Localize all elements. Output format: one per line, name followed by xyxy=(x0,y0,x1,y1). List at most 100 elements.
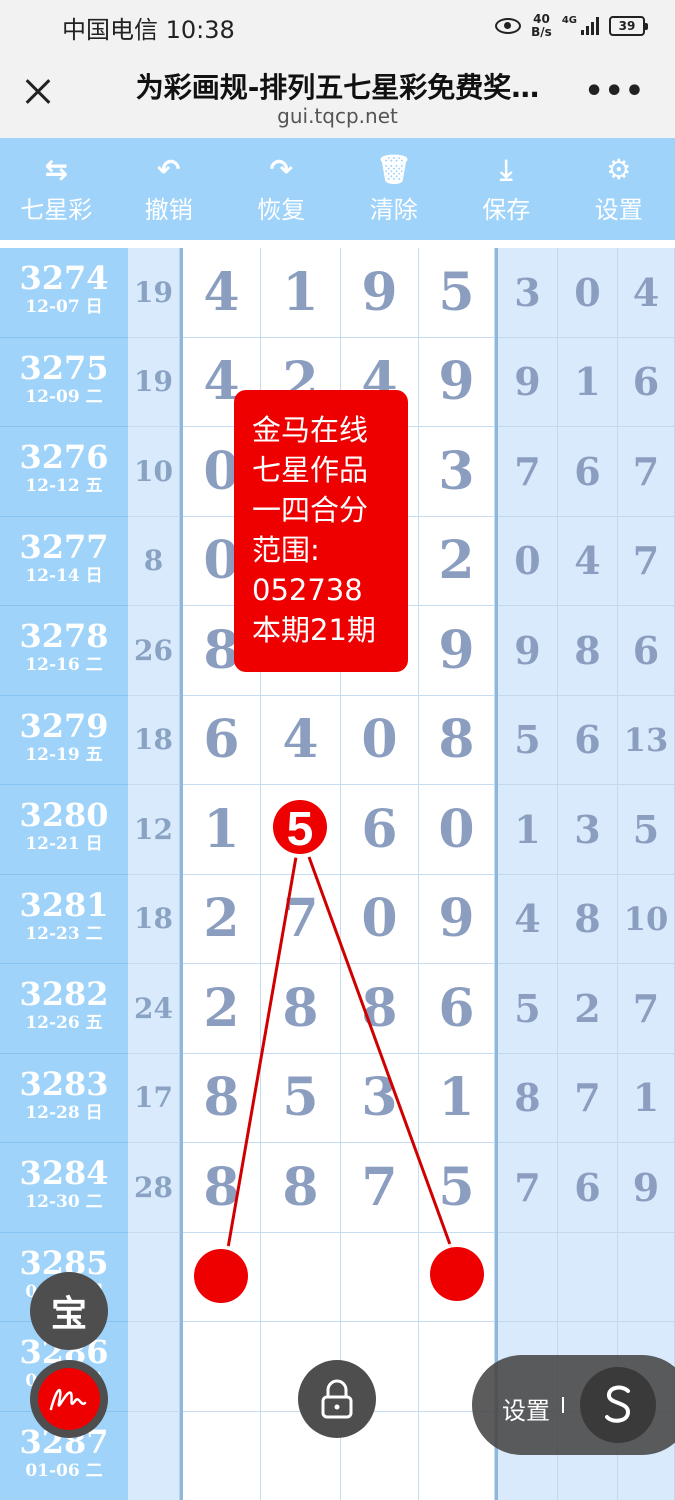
digit-cell[interactable] xyxy=(183,1411,261,1500)
digit-cell[interactable]: 3 xyxy=(419,427,495,517)
digit-cell[interactable]: 8 xyxy=(419,695,495,785)
digit-cell[interactable]: 4 xyxy=(261,695,341,785)
side-digit-cell: 4 xyxy=(498,874,558,964)
side-digit-cell: 3 xyxy=(558,785,618,875)
issue-date: 12-28 日 xyxy=(25,1102,103,1123)
issue-date: 12-09 二 xyxy=(25,386,103,407)
digit-cell[interactable] xyxy=(261,785,341,875)
digit-cell[interactable]: 3 xyxy=(341,1053,419,1143)
popup-line: 范围: xyxy=(252,533,320,567)
digit-cell[interactable]: 0 xyxy=(341,874,419,964)
settings-pill[interactable]: 设置 xyxy=(472,1355,675,1455)
issue-date: 12-23 二 xyxy=(25,923,103,944)
digit-cell[interactable]: 8 xyxy=(341,964,419,1054)
status-bar: 中国电信 10:38 40 B/s 4G 39 xyxy=(0,0,675,52)
signature-button[interactable] xyxy=(30,1360,108,1438)
digit-cell[interactable]: 6 xyxy=(183,695,261,785)
side-digit-cell: 0 xyxy=(558,248,618,338)
network-type: 4G xyxy=(561,14,577,26)
digit-cell[interactable]: 2 xyxy=(419,516,495,606)
popup-line: 052738 xyxy=(252,573,363,607)
issue-number: 3277 xyxy=(19,527,109,566)
side-digit-cell: 7 xyxy=(498,427,558,517)
side-digit-cell: 9 xyxy=(498,337,558,427)
digit-cell[interactable]: 4 xyxy=(183,248,261,338)
tool-undo[interactable]: ↶ 撤销 xyxy=(113,138,226,240)
digit-cell[interactable]: 7 xyxy=(261,874,341,964)
digit-cell[interactable]: 2 xyxy=(183,964,261,1054)
annotation-popup[interactable]: 金马在线 七星作品 一四合分 范围: 052738 本期21期 xyxy=(234,390,408,672)
tool-label: 恢复 xyxy=(257,195,306,224)
tool-redo[interactable]: ↷ 恢复 xyxy=(225,138,338,240)
digit-cell[interactable]: 8 xyxy=(183,1143,261,1233)
status-icons: 40 B/s 4G 39 xyxy=(495,10,648,42)
popup-line: 本期21期 xyxy=(252,613,376,647)
sum-cell: 17 xyxy=(128,1053,180,1143)
side-digit-cell: 5 xyxy=(498,964,558,1054)
tool-clear[interactable]: 🗑 清除 xyxy=(338,138,451,240)
digit-cell[interactable]: 6 xyxy=(419,964,495,1054)
issue-cell: 3276 12-12 五 xyxy=(0,427,128,517)
side-digit-cell xyxy=(558,1232,618,1322)
table-row: 3280 12-21 日 12 1 6 0 1 3 5 xyxy=(0,785,675,875)
signature-icon xyxy=(49,1389,87,1411)
table-row: 3281 12-23 二 18 2 7 0 9 4 8 10 xyxy=(0,874,675,964)
digit-cell[interactable]: 8 xyxy=(261,1143,341,1233)
digit-cell[interactable]: 5 xyxy=(419,248,495,338)
side-digit-cell: 8 xyxy=(498,1053,558,1143)
digit-cell[interactable]: 8 xyxy=(183,1053,261,1143)
digit-cell[interactable]: 1 xyxy=(419,1053,495,1143)
issue-cell: 3277 12-14 日 xyxy=(0,516,128,606)
digit-cell[interactable]: 9 xyxy=(419,606,495,696)
tool-save[interactable]: ⤓ 保存 xyxy=(450,138,563,240)
digit-cell[interactable]: 0 xyxy=(419,785,495,875)
digit-cell[interactable] xyxy=(261,1232,341,1322)
toolbar: ⇆ 七星彩 ↶ 撤销 ↷ 恢复 🗑 清除 ⤓ 保存 ⚙ 设置 xyxy=(0,138,675,240)
popup-line: 金马在线 xyxy=(252,413,369,447)
grid-divider-right xyxy=(495,248,498,1500)
sum-cell: 12 xyxy=(128,785,180,875)
lock-icon xyxy=(321,1379,353,1419)
close-icon[interactable] xyxy=(20,74,56,110)
issue-date: 12-07 日 xyxy=(25,297,103,317)
tool-settings[interactable]: ⚙ 设置 xyxy=(563,138,675,240)
digit-cell[interactable]: 0 xyxy=(341,695,419,785)
issue-cell: 3279 12-19 五 xyxy=(0,695,128,785)
issue-cell: 3280 12-21 日 xyxy=(0,785,128,875)
digit-cell[interactable]: 8 xyxy=(261,964,341,1054)
side-digit-cell: 9 xyxy=(498,606,558,696)
digit-cell[interactable]: 1 xyxy=(261,248,341,338)
digit-cell[interactable]: 1 xyxy=(183,785,261,875)
digit-cell[interactable]: 2 xyxy=(183,874,261,964)
digit-cell[interactable]: 6 xyxy=(341,785,419,875)
issue-cell: 3283 12-28 日 xyxy=(0,1053,128,1143)
digit-cell[interactable] xyxy=(183,1232,261,1322)
gear-icon: ⚙ xyxy=(606,152,632,186)
issue-number: 3274 xyxy=(19,259,109,297)
s-logo-button[interactable] xyxy=(580,1367,656,1443)
digit-cell[interactable]: 9 xyxy=(419,874,495,964)
digit-cell[interactable]: 9 xyxy=(419,337,495,427)
digit-cell[interactable]: 7 xyxy=(341,1143,419,1233)
side-digit-cell: 7 xyxy=(498,1143,558,1233)
side-digit-cell: 5 xyxy=(618,785,675,875)
digit-cell[interactable]: 5 xyxy=(261,1053,341,1143)
digit-cell[interactable] xyxy=(341,1232,419,1322)
signal-icon xyxy=(581,17,599,35)
digit-cell[interactable]: 5 xyxy=(419,1143,495,1233)
more-options-icon[interactable]: ••• xyxy=(584,77,645,107)
digit-cell[interactable]: 9 xyxy=(341,248,419,338)
download-icon: ⤓ xyxy=(500,152,513,186)
issue-date: 12-26 五 xyxy=(25,1013,103,1033)
digit-cell[interactable] xyxy=(419,1232,495,1322)
tool-lottery-type[interactable]: ⇆ 七星彩 xyxy=(0,138,113,240)
bao-button[interactable]: 宝 xyxy=(30,1272,108,1350)
s-logo-icon xyxy=(605,1385,631,1423)
digit-cell[interactable] xyxy=(183,1322,261,1412)
issue-date: 12-21 日 xyxy=(25,834,103,854)
side-digit-cell: 1 xyxy=(558,337,618,427)
sum-cell xyxy=(128,1232,180,1322)
browser-title-bar: 为彩画规-排列五七星彩免费奖… gui.tqcp.net ••• xyxy=(0,52,675,138)
lock-button[interactable] xyxy=(298,1360,376,1438)
issue-number: 3281 xyxy=(19,885,109,924)
